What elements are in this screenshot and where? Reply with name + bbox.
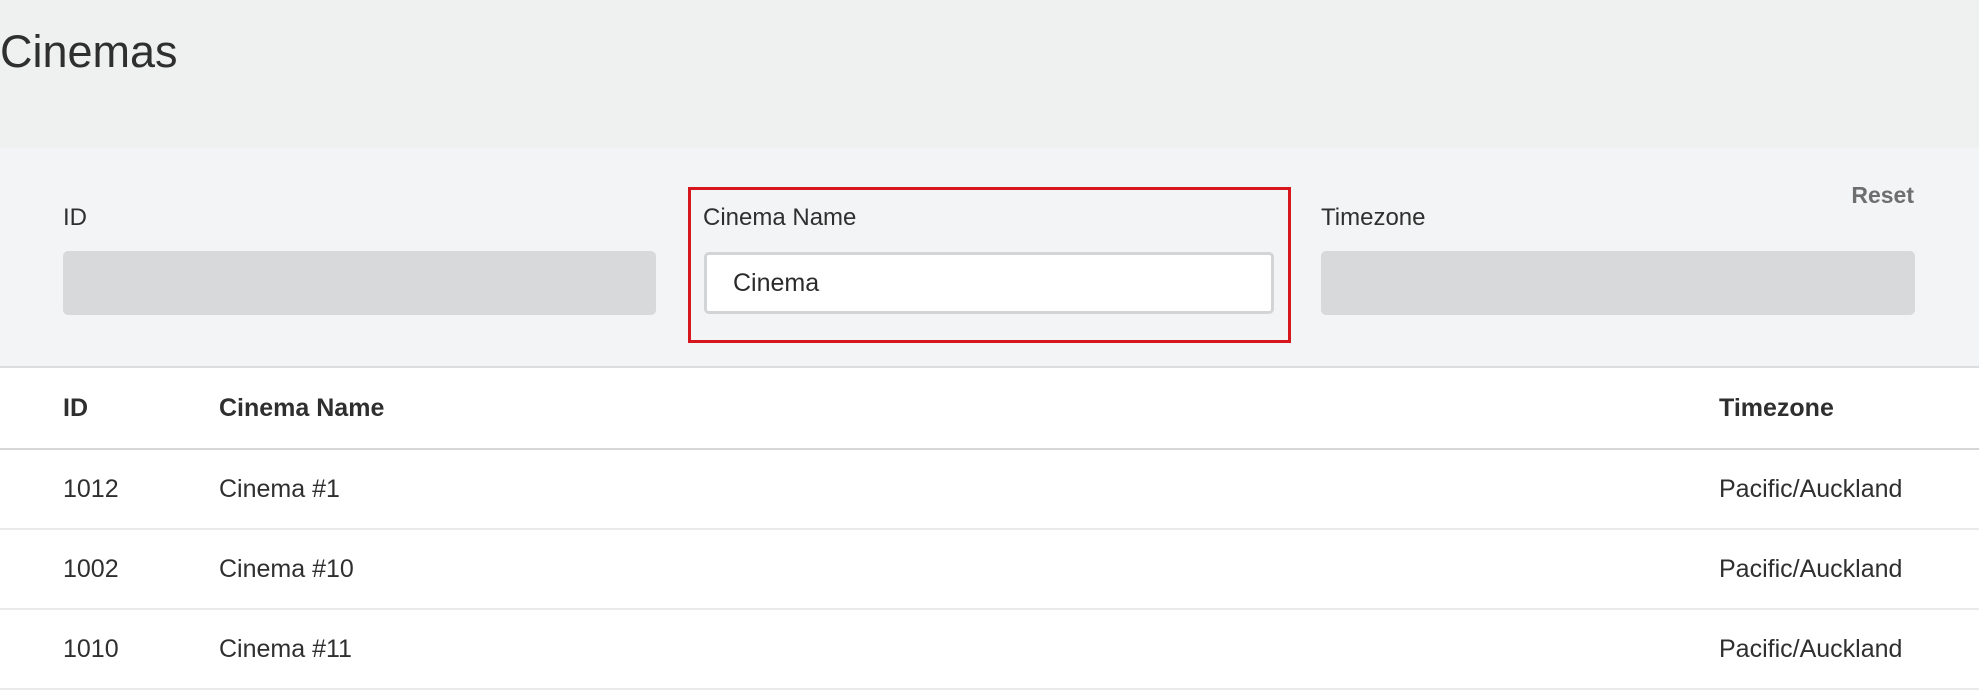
table-row[interactable]: 1002 Cinema #10 Pacific/Auckland [0,530,1979,610]
cinema-name-filter-label: Cinema Name [703,204,857,231]
column-header-cinema-name[interactable]: Cinema Name [219,368,384,448]
reset-button[interactable]: Reset [1851,180,1914,210]
cell-timezone: Pacific/Auckland [1719,475,1903,503]
cell-id: 1012 [63,475,119,503]
cell-id: 1002 [63,555,119,583]
cell-id: 1010 [63,635,119,663]
cell-cinema-name: Cinema #11 [219,635,352,663]
column-header-timezone[interactable]: Timezone [1719,368,1834,448]
id-filter-input[interactable] [63,251,656,315]
cell-timezone: Pacific/Auckland [1719,555,1903,583]
cinema-name-filter-input[interactable] [704,252,1274,314]
timezone-filter-input[interactable] [1321,251,1915,315]
cell-cinema-name: Cinema #1 [219,475,340,503]
table-row[interactable]: 1010 Cinema #11 Pacific/Auckland [0,610,1979,690]
cell-timezone: Pacific/Auckland [1719,635,1903,663]
cinemas-table: ID Cinema Name Timezone 1012 Cinema #1 P… [0,368,1979,690]
table-header-row: ID Cinema Name Timezone [0,368,1979,450]
page-title: Cinemas [0,26,178,77]
cell-cinema-name: Cinema #10 [219,555,354,583]
timezone-filter-label: Timezone [1321,204,1426,231]
column-header-id[interactable]: ID [63,368,88,448]
id-filter-label: ID [63,204,87,231]
table-row[interactable]: 1012 Cinema #1 Pacific/Auckland [0,450,1979,530]
filter-panel: ID Cinema Name Timezone Reset [0,148,1979,368]
